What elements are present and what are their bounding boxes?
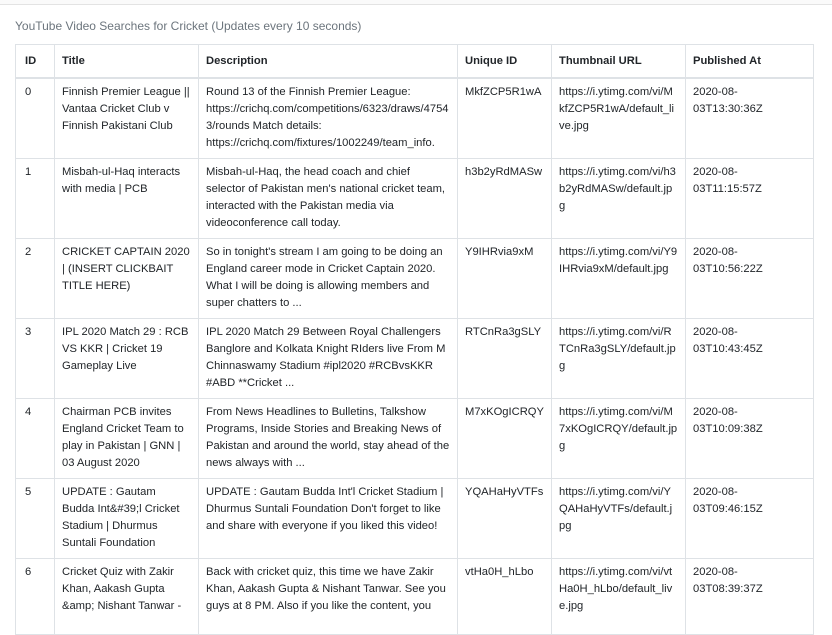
cell-thumbnail-url: https://i.ytimg.com/vi/h3b2yRdMASw/defau…	[551, 158, 686, 239]
cell-published-at: 2020-08-03T09:46:15Z	[685, 478, 814, 559]
cell-description: Back with cricket quiz, this time we hav…	[198, 558, 458, 635]
header-row: ID Title Description Unique ID Thumbnail…	[15, 44, 814, 79]
cell-id: 5	[15, 478, 55, 559]
videos-table: ID Title Description Unique ID Thumbnail…	[15, 44, 814, 635]
cell-thumbnail-url: https://i.ytimg.com/vi/RTCnRa3gSLY/defau…	[551, 318, 686, 399]
col-header-description[interactable]: Description	[198, 44, 458, 79]
cell-unique-id: YQAHaHyVTFs	[457, 478, 552, 559]
table-row: 3 IPL 2020 Match 29 : RCB VS KKR | Crick…	[15, 318, 814, 399]
table-row: 6 Cricket Quiz with Zakir Khan, Aakash G…	[15, 558, 814, 635]
table-row: 4 Chairman PCB invites England Cricket T…	[15, 398, 814, 479]
cell-title: Cricket Quiz with Zakir Khan, Aakash Gup…	[54, 558, 199, 635]
cell-thumbnail-url: https://i.ytimg.com/vi/Y9IHRvia9xM/defau…	[551, 238, 686, 319]
cell-published-at: 2020-08-03T10:56:22Z	[685, 238, 814, 319]
table-header: ID Title Description Unique ID Thumbnail…	[15, 44, 814, 79]
table-row: 0 Finnish Premier League || Vantaa Crick…	[15, 77, 814, 159]
top-divider	[0, 0, 832, 5]
cell-id: 1	[15, 158, 55, 239]
cell-published-at: 2020-08-03T10:43:45Z	[685, 318, 814, 399]
table-body: 0 Finnish Premier League || Vantaa Crick…	[15, 77, 814, 635]
cell-published-at: 2020-08-03T13:30:36Z	[685, 77, 814, 159]
cell-published-at: 2020-08-03T08:39:37Z	[685, 558, 814, 635]
cell-thumbnail-url: https://i.ytimg.com/vi/YQAHaHyVTFs/defau…	[551, 478, 686, 559]
cell-unique-id: M7xKOgICRQY	[457, 398, 552, 479]
cell-unique-id: h3b2yRdMASw	[457, 158, 552, 239]
cell-id: 3	[15, 318, 55, 399]
cell-published-at: 2020-08-03T10:09:38Z	[685, 398, 814, 479]
cell-id: 2	[15, 238, 55, 319]
cell-description: Misbah-ul-Haq, the head coach and chief …	[198, 158, 458, 239]
cell-title: IPL 2020 Match 29 : RCB VS KKR | Cricket…	[54, 318, 199, 399]
col-header-published-at[interactable]: Published At	[685, 44, 814, 79]
col-header-unique-id[interactable]: Unique ID	[457, 44, 552, 79]
col-header-title[interactable]: Title	[54, 44, 199, 79]
table-caption: YouTube Video Searches for Cricket (Upda…	[15, 19, 362, 33]
cell-thumbnail-url: https://i.ytimg.com/vi/MkfZCP5R1wA/defau…	[551, 77, 686, 159]
cell-id: 0	[15, 77, 55, 159]
cell-unique-id: MkfZCP5R1wA	[457, 77, 552, 159]
cell-thumbnail-url: https://i.ytimg.com/vi/M7xKOgICRQY/defau…	[551, 398, 686, 479]
cell-title: CRICKET CAPTAIN 2020 | (INSERT CLICKBAIT…	[54, 238, 199, 319]
cell-title: UPDATE : Gautam Budda Int&#39;l Cricket …	[54, 478, 199, 559]
cell-id: 6	[15, 558, 55, 635]
cell-description: IPL 2020 Match 29 Between Royal Challeng…	[198, 318, 458, 399]
cell-unique-id: RTCnRa3gSLY	[457, 318, 552, 399]
col-header-id[interactable]: ID	[15, 44, 55, 79]
cell-id: 4	[15, 398, 55, 479]
cell-unique-id: vtHa0H_hLbo	[457, 558, 552, 635]
table-row: 2 CRICKET CAPTAIN 2020 | (INSERT CLICKBA…	[15, 238, 814, 319]
cell-thumbnail-url: https://i.ytimg.com/vi/vtHa0H_hLbo/defau…	[551, 558, 686, 635]
cell-description: UPDATE : Gautam Budda Int'l Cricket Stad…	[198, 478, 458, 559]
table-row: 1 Misbah-ul-Haq interacts with media | P…	[15, 158, 814, 239]
cell-unique-id: Y9IHRvia9xM	[457, 238, 552, 319]
cell-title: Chairman PCB invites England Cricket Tea…	[54, 398, 199, 479]
cell-title: Finnish Premier League || Vantaa Cricket…	[54, 77, 199, 159]
col-header-thumbnail-url[interactable]: Thumbnail URL	[551, 44, 686, 79]
cell-title: Misbah-ul-Haq interacts with media | PCB	[54, 158, 199, 239]
cell-description: From News Headlines to Bulletins, Talksh…	[198, 398, 458, 479]
cell-description: Round 13 of the Finnish Premier League: …	[198, 77, 458, 159]
cell-description: So in tonight's stream I am going to be …	[198, 238, 458, 319]
cell-published-at: 2020-08-03T11:15:57Z	[685, 158, 814, 239]
table-row: 5 UPDATE : Gautam Budda Int&#39;l Cricke…	[15, 478, 814, 559]
